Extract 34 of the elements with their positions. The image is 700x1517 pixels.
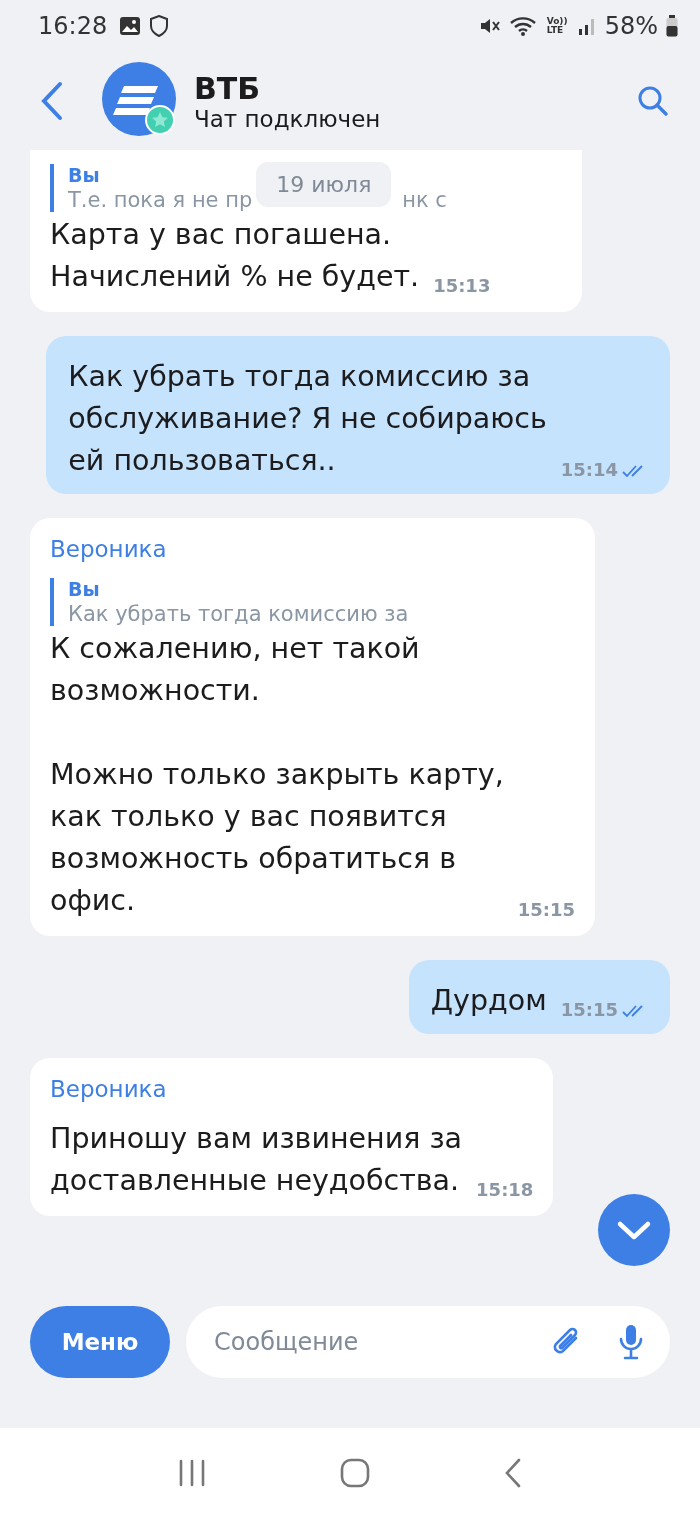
image-icon bbox=[119, 16, 142, 36]
search-icon[interactable] bbox=[636, 84, 670, 118]
message-text: Карта у вас погашена. Начислений % не будет. bbox=[50, 217, 420, 295]
quote-author: Вы bbox=[68, 578, 100, 600]
message-text: К сожалению, нет такой возможности. Можно только закрыть карту, как только у вас появится возможность обратиться в офис. bbox=[50, 631, 504, 919]
scroll-down-button[interactable] bbox=[598, 1194, 670, 1266]
message-input[interactable]: Сообщение bbox=[186, 1306, 670, 1378]
message-text: Дурдом bbox=[430, 983, 547, 1019]
mute-icon bbox=[478, 16, 501, 36]
microphone-icon[interactable] bbox=[618, 1323, 644, 1361]
shield-icon bbox=[149, 15, 170, 37]
battery-icon bbox=[666, 15, 678, 37]
sender-name: Вероника bbox=[50, 536, 168, 562]
message-time: 15:13 bbox=[433, 275, 491, 298]
network-label: Vo)) LTE bbox=[546, 17, 569, 35]
quote-text: Т.е. пока я не пр bbox=[68, 188, 253, 212]
quote-text: нк с bbox=[402, 188, 447, 212]
battery-percent: 58% bbox=[604, 12, 658, 40]
message-time: 15:15 bbox=[517, 899, 576, 922]
chat-title: ВТБ bbox=[194, 70, 262, 106]
menu-button[interactable]: Меню bbox=[30, 1306, 170, 1378]
quote-author: Вы bbox=[68, 164, 100, 186]
message-text: Как убрать тогда комиссию за обслуживание? Я не собираюсь ей пользоваться.. bbox=[68, 359, 547, 479]
home-icon[interactable] bbox=[340, 1457, 370, 1488]
status-time: 16:28 bbox=[38, 12, 108, 40]
sender-name: Вероника bbox=[50, 1076, 168, 1102]
message-time: 15:15 bbox=[560, 999, 618, 1022]
signal-icon bbox=[576, 16, 597, 36]
chat-status: Чат подключен bbox=[194, 105, 382, 132]
quote-text: Как убрать тогда комиссию за bbox=[68, 602, 409, 626]
date-chip: 19 июля bbox=[256, 162, 392, 207]
message-time: 15:14 bbox=[560, 459, 618, 482]
message-text: Приношу вам извинения за доставленные неудобства. bbox=[50, 1121, 463, 1199]
message-time: 15:18 bbox=[476, 1179, 534, 1202]
